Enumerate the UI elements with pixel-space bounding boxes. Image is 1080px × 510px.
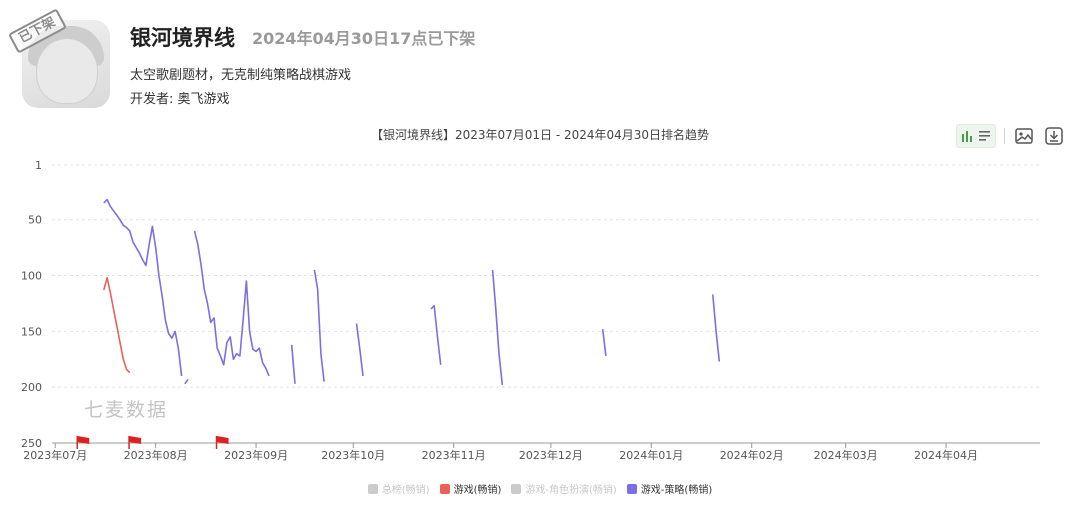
legend-swatch: [439, 483, 450, 494]
x-tick-label: 2024年03月: [814, 448, 878, 462]
x-tick-label: 2023年10月: [321, 448, 385, 462]
x-tick-label: 2024年01月: [619, 448, 683, 462]
y-tick-label: 50: [28, 214, 42, 227]
legend-swatch: [367, 483, 378, 494]
legend-label: 总榜(畅销): [381, 485, 430, 496]
series-line: [491, 269, 504, 385]
legend-label: 游戏-角色扮演(畅销): [525, 485, 617, 496]
series-line: [290, 344, 296, 384]
series-line: [430, 304, 442, 365]
legend-swatch: [511, 483, 522, 494]
series-line: [313, 269, 325, 382]
series-line: [103, 198, 183, 377]
x-tick-label: 2024年04月: [914, 448, 978, 462]
legend-label: 游戏(畅销): [453, 485, 502, 496]
chart-legend: 总榜(畅销) 游戏(畅销) 游戏-角色扮演(畅销) 游戏-策略(畅销): [0, 481, 1080, 496]
x-tick-label: 2023年08月: [124, 448, 188, 462]
x-tick-label: 2023年09月: [224, 448, 288, 462]
x-tick-label: 2023年07月: [23, 448, 87, 462]
legend-item[interactable]: 总榜(畅销): [367, 481, 430, 496]
x-tick-label: 2024年02月: [720, 448, 784, 462]
legend-item[interactable]: 游戏(畅销): [439, 481, 502, 496]
legend-item[interactable]: 游戏-策略(畅销): [626, 481, 713, 496]
legend-item[interactable]: 游戏-角色扮演(畅销): [511, 481, 617, 496]
series-line: [193, 230, 270, 377]
y-tick-label: 200: [21, 381, 42, 394]
x-tick-label: 2023年12月: [519, 448, 583, 462]
series-line: [103, 276, 131, 374]
legend-swatch: [626, 483, 637, 494]
y-tick-label: 1: [35, 159, 42, 172]
series-line: [184, 378, 189, 385]
x-tick-label: 2023年11月: [422, 448, 486, 462]
legend-label: 游戏-策略(畅销): [640, 485, 713, 496]
series-line: [712, 294, 721, 362]
series-line: [601, 329, 607, 356]
y-tick-label: 100: [21, 270, 42, 283]
watermark: 七麦数据: [84, 399, 169, 421]
y-tick-label: 150: [21, 325, 42, 338]
